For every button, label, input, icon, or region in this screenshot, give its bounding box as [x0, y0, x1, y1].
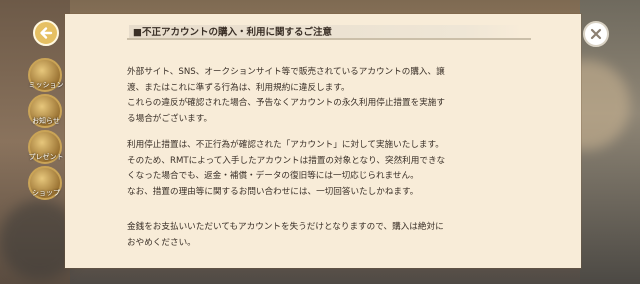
paragraph-line: 利用停止措置は、不正行為が確認された「アカウント」に対して実施いたします。 [127, 140, 444, 150]
paragraph-2: 利用停止措置は、不正行為が確認された「アカウント」に対して実施いたします。 その… [127, 138, 445, 200]
close-button[interactable] [583, 21, 609, 47]
paragraph-3: 金銭をお支払いいただいてもアカウントを失うだけとなりますので、購入は絶対に おや… [127, 220, 444, 251]
paragraph-1: 外部サイト、SNS、オークションサイト等で販売されているアカウントの購入、譲 渡… [127, 65, 445, 127]
paragraph-line: る場合がございます。 [127, 113, 213, 124]
sidebar-item-label: プレゼント [28, 153, 64, 161]
back-button[interactable] [33, 20, 59, 46]
paragraph-line: そのため、RMTによって入手したアカウントは措置の対象となり、突然利用できな [127, 155, 446, 166]
dialog-title: ■不正アカウントの購入・利用に関するご注意 [133, 27, 332, 38]
sidebar-item-label: お知らせ [32, 117, 60, 125]
title-underline [127, 38, 531, 40]
notice-dialog: ■不正アカウントの購入・利用に関するご注意 外部サイト、SNS、オークションサイ… [65, 14, 581, 268]
paragraph-line: おやめください。 [127, 237, 196, 248]
paragraph-line: これらの違反が確認された場合、予告なくアカウントの永久利用停止措置を実施す [127, 98, 445, 108]
arrow-left-icon [40, 27, 53, 39]
paragraph-line: くなった場合でも、返金・補償・データの復旧等には一切応じられません。 [127, 171, 419, 181]
sidebar-item-label: ショップ [32, 189, 60, 197]
close-icon [590, 28, 602, 40]
paragraph-line: 外部サイト、SNS、オークションサイト等で販売されているアカウントの購入、譲 [127, 67, 445, 77]
sidebar-item-label: ミッション [28, 81, 64, 89]
paragraph-line: なお、措置の理由等に関するお問い合わせには、一切回答いたしかねます。 [127, 186, 419, 197]
paragraph-line: 渡、またはこれに準ずる行為は、利用規約に違反します。 [127, 82, 350, 93]
paragraph-line: 金銭をお支払いいただいてもアカウントを失うだけとなりますので、購入は絶対に [127, 222, 444, 232]
